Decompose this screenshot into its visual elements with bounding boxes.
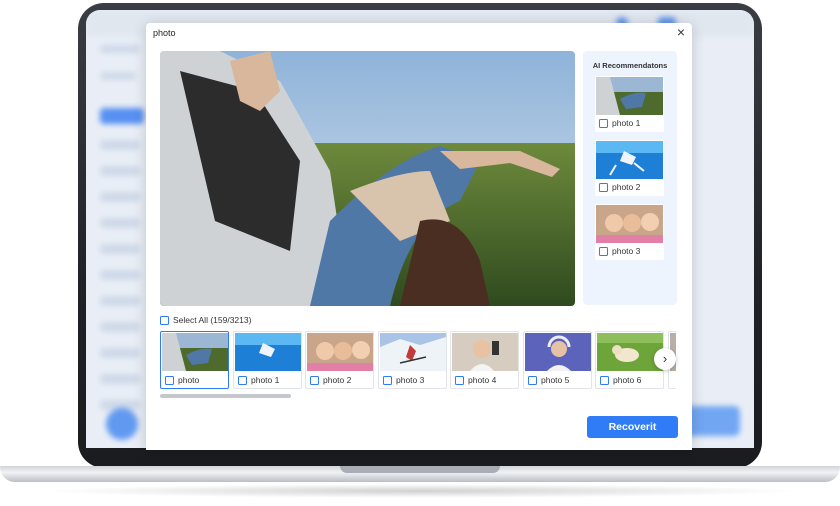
ai-recommendation-card[interactable]: photo 3 [595, 204, 664, 260]
photo-thumbnail [525, 333, 591, 371]
photo-preview-dialog: photo × AI Recommendatons photo 1 photo … [146, 23, 692, 450]
filmstrip-checkbox[interactable] [310, 375, 319, 385]
filmstrip-label: photo [178, 375, 200, 385]
recover-button[interactable]: Recoverit [587, 416, 678, 438]
filmstrip-label: photo 1 [251, 375, 280, 385]
photo-thumbnail [596, 77, 663, 115]
photo-thumbnail [596, 205, 663, 243]
filmstrip-label: photo 3 [396, 375, 425, 385]
filmstrip-item[interactable]: photo [160, 331, 229, 389]
filmstrip-item[interactable]: photo 2 [305, 331, 374, 389]
photo-thumbnail [235, 333, 301, 371]
filmstrip-item[interactable]: photo 4 [450, 331, 519, 389]
main-photo-preview [160, 51, 575, 306]
ai-recommendations-panel: AI Recommendatons photo 1 photo 2 photo … [583, 51, 677, 305]
filmstrip-label: photo 2 [323, 375, 352, 385]
select-all-label: Select All (159/3213) [173, 315, 252, 325]
close-icon[interactable]: × [674, 25, 688, 39]
filmstrip-item[interactable]: photo 3 [378, 331, 447, 389]
scrollbar-thumb[interactable] [160, 394, 291, 398]
photo-thumbnail [307, 333, 373, 371]
filmstrip-item[interactable]: photo 1 [233, 331, 302, 389]
photo-thumbnail [162, 333, 228, 371]
filmstrip-item[interactable]: photo 5 [523, 331, 592, 389]
background-sidebar [100, 108, 146, 426]
background-row [100, 45, 140, 53]
filmstrip-scrollbar[interactable] [160, 394, 676, 398]
photo-filmstrip: photo photo 1 photo 2 photo 3 photo 4 ph… [160, 331, 676, 389]
ai-photo-label: photo 1 [612, 118, 641, 128]
ai-photo-1-checkbox[interactable] [599, 118, 608, 128]
photo-thumbnail [380, 333, 446, 371]
ai-photo-label: photo 2 [612, 182, 641, 192]
ai-recommendation-card[interactable]: photo 2 [595, 140, 664, 196]
ai-photo-label: photo 3 [612, 246, 641, 256]
laptop-shadow [40, 484, 800, 498]
ai-photo-2-checkbox[interactable] [599, 182, 608, 192]
ai-recommendation-card[interactable]: photo 1 [595, 76, 664, 132]
chevron-right-icon[interactable]: › [654, 348, 676, 370]
filmstrip-label: photo 4 [468, 375, 497, 385]
filmstrip-label: photo 5 [541, 375, 570, 385]
photo-thumbnail [596, 141, 663, 179]
background-fab [106, 408, 138, 440]
filmstrip-label: photo 6 [613, 375, 642, 385]
filmstrip-checkbox[interactable] [383, 375, 392, 385]
filmstrip-checkbox[interactable] [455, 375, 464, 385]
background-row [100, 72, 136, 80]
select-all-checkbox[interactable] [160, 315, 169, 325]
filmstrip-checkbox[interactable] [238, 375, 247, 385]
filmstrip-checkbox[interactable] [165, 375, 174, 385]
dialog-title: photo [153, 28, 176, 38]
photo-thumbnail [597, 333, 663, 371]
filmstrip-checkbox[interactable] [528, 375, 537, 385]
photo-thumbnail [452, 333, 518, 371]
scene: photo × AI Recommendatons photo 1 photo … [0, 0, 840, 506]
select-all[interactable]: Select All (159/3213) [160, 315, 251, 325]
ai-recommendations-title: AI Recommendatons [592, 61, 668, 70]
laptop-notch [340, 466, 500, 473]
ai-photo-3-checkbox[interactable] [599, 246, 608, 256]
filmstrip-checkbox[interactable] [600, 375, 609, 385]
